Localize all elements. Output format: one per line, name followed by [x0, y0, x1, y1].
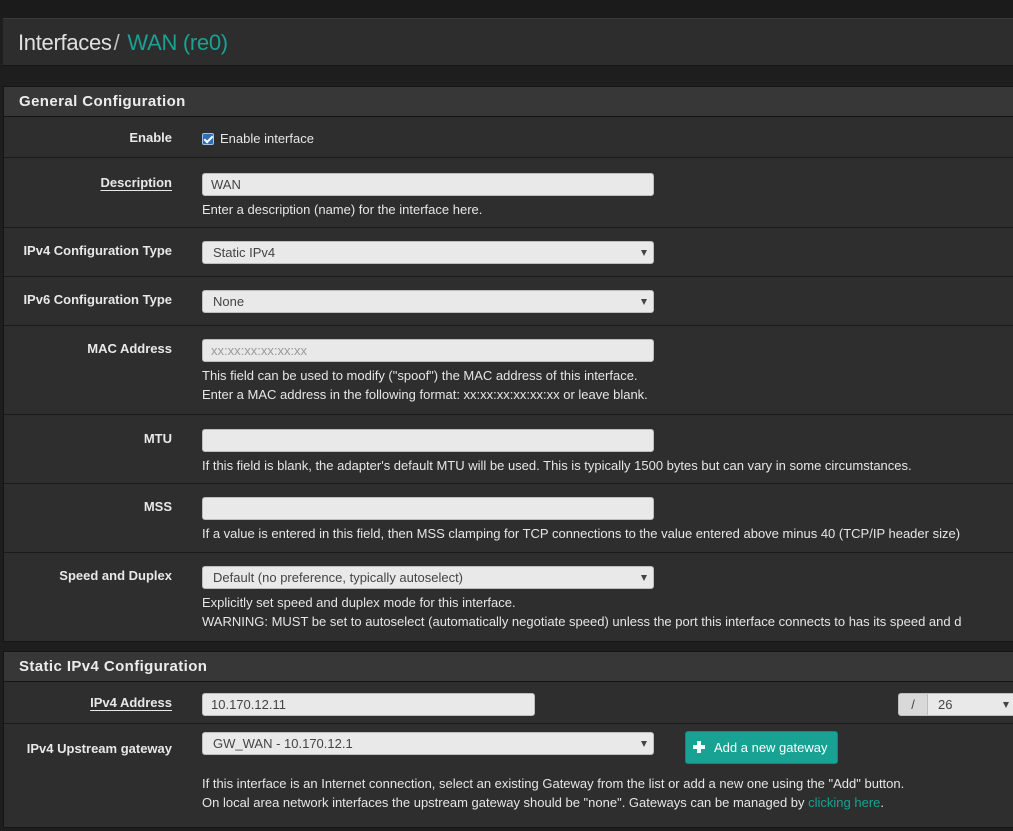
general-configuration-panel: General Configuration Enable Enable inte… — [3, 86, 1013, 642]
general-configuration-heading: General Configuration — [4, 87, 1013, 117]
top-strip — [0, 0, 1013, 18]
upstream-gateway-help: If this interface is an Internet connect… — [202, 774, 904, 812]
cidr-select[interactable]: 26 — [928, 693, 1013, 716]
upstream-gateway-selected: GW_WAN - 10.170.12.1 — [213, 736, 353, 751]
enable-checkbox[interactable] — [202, 132, 214, 145]
ipv4-address-label: IPv4 Address — [90, 695, 172, 710]
chevron-down-icon — [1003, 702, 1009, 708]
ipv6-type-field: None — [202, 290, 654, 313]
add-gateway-button[interactable]: Add a new gateway — [685, 731, 838, 764]
upstream-gateway-help-2: On local area network interfaces the ups… — [202, 793, 904, 812]
mac-address-field: This field can be used to modify ("spoof… — [202, 339, 654, 404]
ipv4-type-row: IPv4 Configuration Type Static IPv4 — [4, 228, 1013, 277]
mtu-row: MTU If this field is blank, the adapter'… — [4, 415, 1013, 484]
ipv6-type-select[interactable]: None — [202, 290, 654, 313]
mss-field: If a value is entered in this field, the… — [202, 497, 960, 543]
add-gateway-button-label: Add a new gateway — [714, 740, 828, 755]
static-ipv4-heading: Static IPv4 Configuration — [4, 652, 1013, 682]
description-field: Enter a description (name) for the inter… — [202, 173, 654, 219]
mac-address-help-1: This field can be used to modify ("spoof… — [202, 368, 638, 383]
mss-help: If a value is entered in this field, the… — [202, 526, 961, 541]
breadcrumb-root[interactable]: Interfaces — [18, 30, 112, 55]
enable-label: Enable — [129, 130, 172, 145]
gateways-link[interactable]: clicking here — [808, 795, 880, 810]
upstream-gateway-select[interactable]: GW_WAN - 10.170.12.1 — [202, 732, 654, 755]
mac-address-help-2: Enter a MAC address in the following for… — [202, 387, 648, 402]
chevron-down-icon — [641, 575, 647, 581]
mtu-input[interactable] — [202, 429, 654, 452]
mtu-field: If this field is blank, the adapter's de… — [202, 429, 912, 475]
chevron-down-icon — [641, 741, 647, 747]
mss-input[interactable] — [202, 497, 654, 520]
speed-duplex-selected: Default (no preference, typically autose… — [213, 570, 464, 585]
description-input[interactable] — [202, 173, 654, 196]
upstream-gateway-row: IPv4 Upstream gateway GW_WAN - 10.170.12… — [4, 724, 1013, 827]
speed-duplex-help-1: Explicitly set speed and duplex mode for… — [202, 595, 516, 610]
chevron-down-icon — [641, 299, 647, 305]
chevron-down-icon — [641, 250, 647, 256]
ipv6-type-row: IPv6 Configuration Type None — [4, 277, 1013, 326]
upstream-gateway-help-2-prefix: On local area network interfaces the ups… — [202, 795, 809, 810]
mtu-help: If this field is blank, the adapter's de… — [202, 458, 912, 473]
cidr-slash: / — [898, 693, 928, 716]
ipv6-type-selected: None — [213, 294, 245, 309]
ipv4-address-row: IPv4 Address / 26 — [4, 682, 1013, 724]
speed-duplex-select[interactable]: Default (no preference, typically autose… — [202, 566, 654, 589]
ipv4-type-field: Static IPv4 — [202, 241, 654, 264]
mac-address-input[interactable] — [202, 339, 654, 362]
ipv4-address-field — [202, 693, 535, 716]
upstream-gateway-label: IPv4 Upstream gateway — [26, 741, 172, 756]
cidr-selected: 26 — [938, 697, 953, 712]
ipv4-type-select[interactable]: Static IPv4 — [202, 241, 654, 264]
mtu-label: MTU — [143, 431, 172, 446]
description-label: Description — [100, 175, 172, 190]
upstream-gateway-help-1: If this interface is an Internet connect… — [202, 776, 905, 791]
page-header: Interfaces/ WAN (re0) — [3, 18, 1013, 66]
enable-row: Enable Enable interface — [4, 117, 1013, 158]
enable-field: Enable interface — [202, 130, 314, 148]
upstream-gateway-field: GW_WAN - 10.170.12.1 — [202, 732, 654, 755]
description-help: Enter a description (name) for the inter… — [202, 202, 483, 217]
ipv4-address-input[interactable] — [202, 693, 535, 716]
mac-address-label: MAC Address — [87, 341, 172, 356]
ipv4-type-selected: Static IPv4 — [213, 245, 276, 260]
speed-duplex-field: Default (no preference, typically autose… — [202, 566, 961, 631]
speed-duplex-help-2: WARNING: MUST be set to autoselect (auto… — [202, 614, 962, 629]
static-ipv4-panel: Static IPv4 Configuration IPv4 Address /… — [3, 651, 1013, 828]
breadcrumb: Interfaces/ WAN (re0) — [18, 30, 228, 56]
description-row: Description Enter a description (name) f… — [4, 158, 1013, 228]
enable-checkbox-label[interactable]: Enable interface — [220, 131, 314, 146]
breadcrumb-separator: / — [113, 30, 120, 55]
page: Interfaces/WAN (re0) General Configurati… — [0, 0, 1013, 831]
upstream-gateway-help-2-suffix: . — [880, 795, 885, 810]
ipv4-type-label: IPv4 Configuration Type — [23, 243, 172, 258]
mac-address-row: MAC Address This field can be used to mo… — [4, 326, 1013, 415]
breadcrumb-current[interactable]: WAN (re0) — [127, 30, 228, 55]
speed-duplex-row: Speed and Duplex Default (no preference,… — [4, 553, 1013, 641]
ipv6-type-label: IPv6 Configuration Type — [23, 292, 172, 307]
speed-duplex-label: Speed and Duplex — [59, 568, 172, 583]
mss-label: MSS — [143, 499, 172, 514]
mss-row: MSS If a value is entered in this field,… — [4, 484, 1013, 553]
plus-icon — [692, 740, 706, 754]
